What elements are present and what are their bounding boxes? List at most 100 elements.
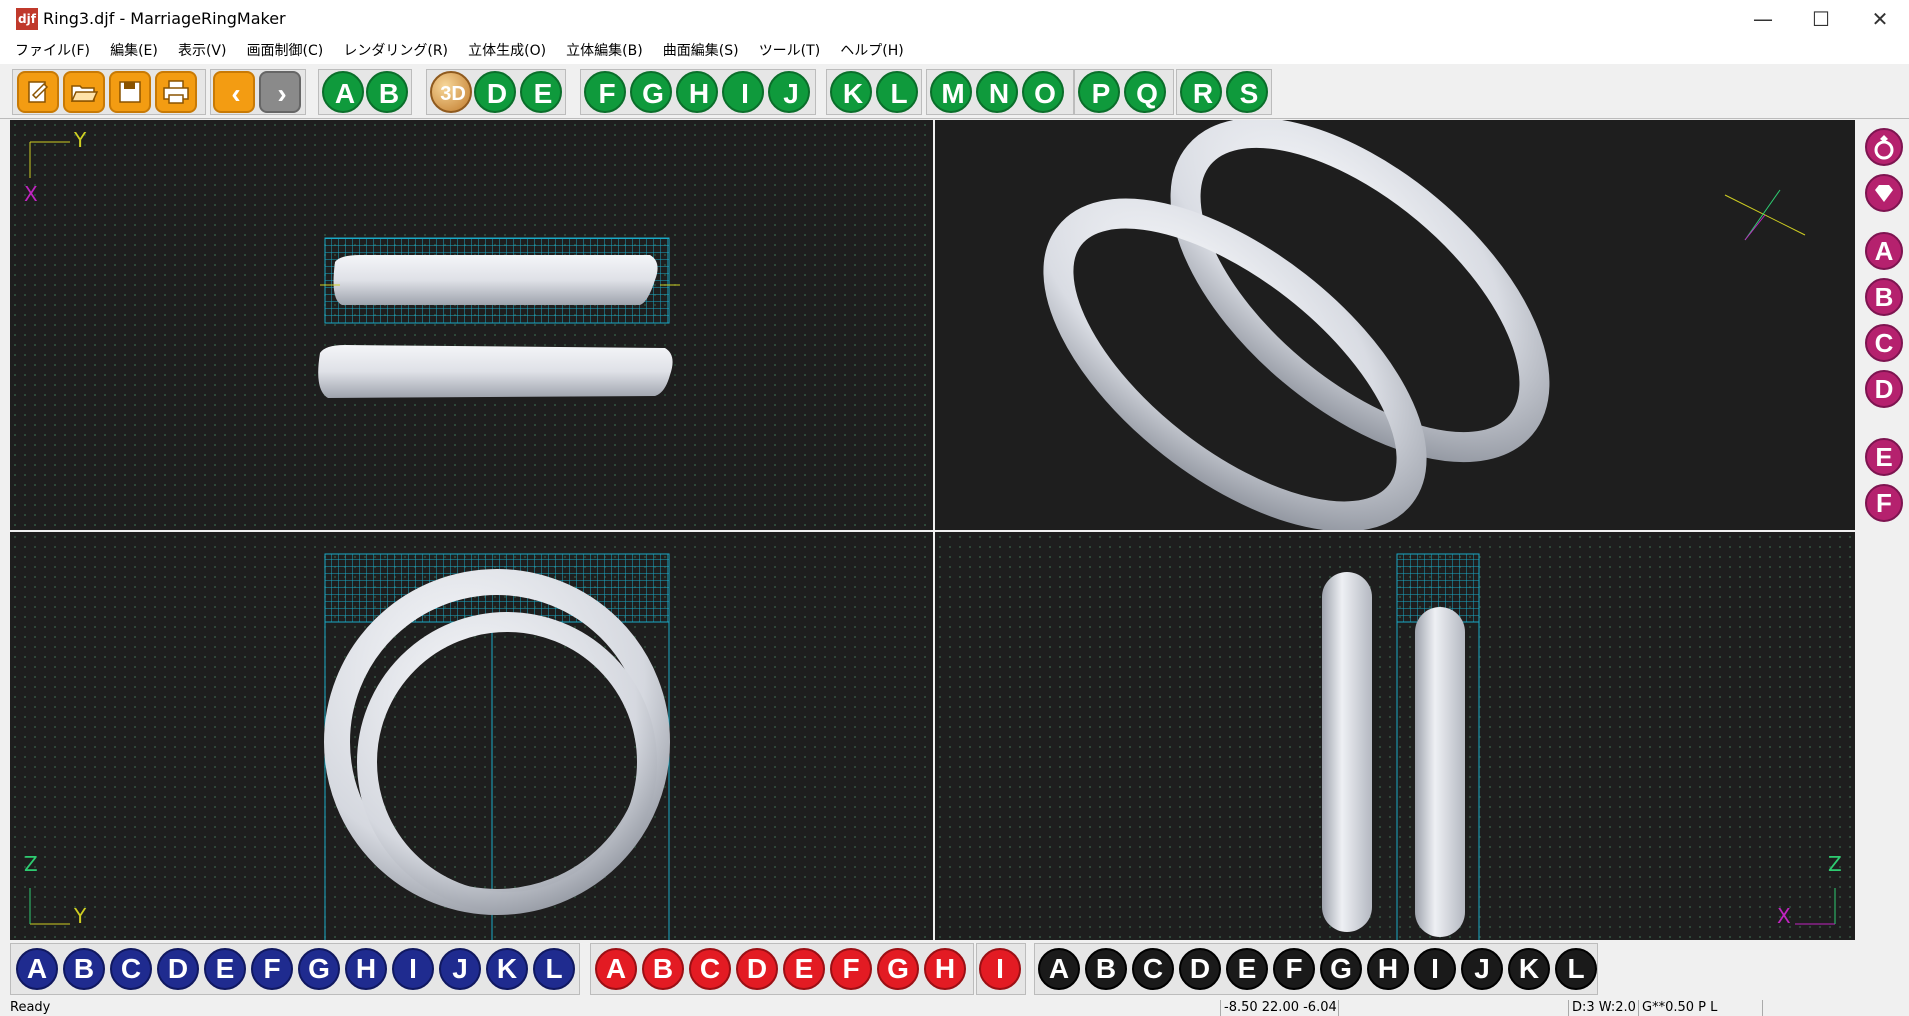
red-b-button[interactable]: B bbox=[642, 948, 684, 990]
black-f-button[interactable]: F bbox=[1273, 948, 1315, 990]
menu-solid-edit[interactable]: 立体編集(B) bbox=[566, 38, 643, 64]
minimize-button[interactable]: — bbox=[1734, 0, 1792, 38]
side-d-button[interactable]: D bbox=[1865, 370, 1903, 408]
blue-b-button[interactable]: B bbox=[63, 948, 105, 990]
blue-g-button[interactable]: G bbox=[298, 948, 340, 990]
black-j-button[interactable]: J bbox=[1461, 948, 1503, 990]
tool-h-button[interactable]: H bbox=[676, 71, 718, 113]
viewport-front[interactable]: Y Z bbox=[10, 532, 933, 940]
blue-l-button[interactable]: L bbox=[533, 948, 575, 990]
blue-j-button[interactable]: J bbox=[439, 948, 481, 990]
tool-j-button[interactable]: J bbox=[768, 71, 810, 113]
red-f-button[interactable]: F bbox=[830, 948, 872, 990]
tool-d-button[interactable]: D bbox=[474, 71, 516, 113]
tool-q-button[interactable]: Q bbox=[1124, 71, 1166, 113]
black-j-label: J bbox=[1474, 953, 1490, 984]
menu-help[interactable]: ヘルプ(H) bbox=[840, 38, 903, 64]
viewport-top[interactable]: Y X bbox=[10, 120, 933, 530]
side-e-button[interactable]: E bbox=[1865, 438, 1903, 476]
open-button[interactable] bbox=[63, 71, 105, 113]
side-a-button[interactable]: A bbox=[1865, 232, 1903, 270]
side-c-button[interactable]: C bbox=[1865, 324, 1903, 362]
viewport-perspective[interactable] bbox=[935, 120, 1855, 530]
red-g-button[interactable]: G bbox=[877, 948, 919, 990]
black-a-label: A bbox=[1048, 953, 1070, 984]
tool-p-button[interactable]: P bbox=[1078, 71, 1120, 113]
new-file-button[interactable] bbox=[17, 71, 59, 113]
chevron-right-icon: › bbox=[277, 78, 287, 109]
side-b-button[interactable]: B bbox=[1865, 278, 1903, 316]
black-g-button[interactable]: G bbox=[1320, 948, 1362, 990]
blue-d-button[interactable]: D bbox=[157, 948, 199, 990]
black-l-button[interactable]: L bbox=[1555, 948, 1597, 990]
tool-r-button[interactable]: R bbox=[1180, 71, 1222, 113]
side-e-label: E bbox=[1875, 442, 1893, 472]
tool-s-button[interactable]: S bbox=[1226, 71, 1268, 113]
save-button[interactable] bbox=[109, 71, 151, 113]
gem-button[interactable] bbox=[1865, 174, 1903, 212]
blue-i-button[interactable]: I bbox=[392, 948, 434, 990]
forward-button[interactable]: › bbox=[259, 71, 301, 113]
tool-i-button[interactable]: I bbox=[722, 71, 764, 113]
tool-3d-button[interactable]: 3D bbox=[430, 71, 472, 113]
close-button[interactable]: ✕ bbox=[1851, 0, 1909, 38]
red-e-label: E bbox=[794, 953, 814, 984]
blue-a-button[interactable]: A bbox=[16, 948, 58, 990]
viewport-side[interactable]: X Z bbox=[935, 532, 1855, 940]
blue-k-button[interactable]: K bbox=[486, 948, 528, 990]
blue-e-button[interactable]: E bbox=[204, 948, 246, 990]
side-b-label: B bbox=[1874, 282, 1894, 312]
tool-a-button[interactable]: A bbox=[322, 71, 364, 113]
side-a-label: A bbox=[1874, 236, 1894, 266]
maximize-button[interactable]: ☐ bbox=[1792, 0, 1850, 38]
red-d-label: D bbox=[746, 953, 768, 984]
print-button[interactable] bbox=[155, 71, 197, 113]
tool-l-button[interactable]: L bbox=[876, 71, 918, 113]
menu-rendering[interactable]: レンダリング(R) bbox=[343, 38, 448, 64]
red-i-button[interactable]: I bbox=[979, 948, 1021, 990]
red-d-button[interactable]: D bbox=[736, 948, 778, 990]
black-k-button[interactable]: K bbox=[1508, 948, 1550, 990]
black-d-button[interactable]: D bbox=[1179, 948, 1221, 990]
red-e-button[interactable]: E bbox=[783, 948, 825, 990]
blue-h-button[interactable]: H bbox=[345, 948, 387, 990]
menu-solid-create[interactable]: 立体生成(O) bbox=[468, 38, 546, 64]
blue-c-button[interactable]: C bbox=[110, 948, 152, 990]
red-a-button[interactable]: A bbox=[595, 948, 637, 990]
black-b-button[interactable]: B bbox=[1085, 948, 1127, 990]
tool-b-label: B bbox=[378, 78, 400, 109]
tool-e-button[interactable]: E bbox=[520, 71, 562, 113]
menu-edit[interactable]: 編集(E) bbox=[110, 38, 158, 64]
black-h-button[interactable]: H bbox=[1367, 948, 1409, 990]
black-f-label: F bbox=[1285, 953, 1303, 984]
tool-b-button[interactable]: B bbox=[366, 71, 408, 113]
black-a-button[interactable]: A bbox=[1038, 948, 1080, 990]
menu-file[interactable]: ファイル(F) bbox=[15, 38, 90, 64]
red-c-button[interactable]: C bbox=[689, 948, 731, 990]
black-i-button[interactable]: I bbox=[1414, 948, 1456, 990]
ring-button[interactable] bbox=[1865, 128, 1903, 166]
black-c-button[interactable]: C bbox=[1132, 948, 1174, 990]
tool-m-button[interactable]: M bbox=[930, 71, 972, 113]
menu-tools[interactable]: ツール(T) bbox=[759, 38, 820, 64]
tool-3d-label: 3D bbox=[440, 83, 466, 105]
side-d-label: D bbox=[1874, 374, 1894, 404]
blue-i-label: I bbox=[409, 953, 417, 984]
blue-f-button[interactable]: F bbox=[251, 948, 293, 990]
axis-label-y-2: Y bbox=[74, 904, 87, 928]
tool-n-button[interactable]: N bbox=[976, 71, 1018, 113]
menu-screen-control[interactable]: 画面制御(C) bbox=[247, 38, 324, 64]
tool-f-button[interactable]: F bbox=[584, 71, 626, 113]
tool-o-button[interactable]: O bbox=[1022, 71, 1064, 113]
blue-j-label: J bbox=[452, 953, 468, 984]
menu-surface-edit[interactable]: 曲面編集(S) bbox=[663, 38, 739, 64]
menu-view[interactable]: 表示(V) bbox=[178, 38, 227, 64]
black-e-button[interactable]: E bbox=[1226, 948, 1268, 990]
tool-g-button[interactable]: G bbox=[630, 71, 672, 113]
back-button[interactable]: ‹ bbox=[213, 71, 255, 113]
ring-front-inner bbox=[357, 612, 657, 912]
red-h-button[interactable]: H bbox=[924, 948, 966, 990]
tool-k-button[interactable]: K bbox=[830, 71, 872, 113]
axis-label-x: X bbox=[24, 182, 38, 206]
side-f-button[interactable]: F bbox=[1865, 484, 1903, 522]
